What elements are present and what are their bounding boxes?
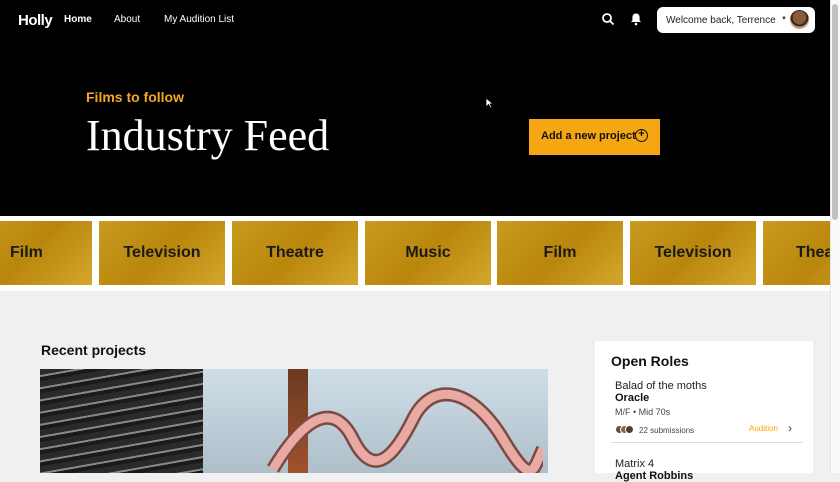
mouse-cursor-icon xyxy=(485,97,494,109)
category-label: Film xyxy=(543,244,577,261)
nav-link-my-audition-list[interactable]: My Audition List xyxy=(164,14,234,25)
avatar xyxy=(790,10,809,29)
project-image-piano[interactable] xyxy=(40,369,203,473)
role-meta: M/F • Mid 70s xyxy=(615,407,671,417)
category-tile-film[interactable]: Film xyxy=(497,221,623,285)
holly-logo[interactable]: Holly xyxy=(18,12,53,29)
top-navbar: Holly Home About My Audition List Welcom… xyxy=(0,0,830,40)
category-tile-film[interactable]: Film xyxy=(0,221,92,285)
category-label: Music xyxy=(405,244,451,261)
plus-circle-icon: + xyxy=(635,129,648,142)
search-icon[interactable] xyxy=(601,12,615,26)
scrollbar-thumb[interactable] xyxy=(832,4,838,220)
submitter-avatars xyxy=(615,425,635,434)
caret-down-icon: ▼ xyxy=(781,16,787,22)
hero-banner: Films to follow Industry Feed Add a new … xyxy=(0,40,830,216)
chevron-right-icon[interactable]: › xyxy=(788,421,792,435)
open-roles-heading: Open Roles xyxy=(611,353,689,369)
divider xyxy=(611,442,803,443)
category-tile-music[interactable]: Music xyxy=(365,221,491,285)
neon-script-graphic xyxy=(266,387,543,473)
add-project-label: Add a new project xyxy=(541,130,636,142)
recent-projects-heading: Recent projects xyxy=(41,342,147,358)
role-name: Oracle xyxy=(615,392,650,404)
category-label: Television xyxy=(123,244,201,261)
category-label: Thea xyxy=(796,244,830,261)
category-label: Theatre xyxy=(266,244,324,261)
nav-link-home[interactable]: Home xyxy=(64,14,92,25)
submissions-count: 22 submissions xyxy=(639,426,695,435)
welcome-text: Welcome back, Terrence xyxy=(666,15,776,26)
role-project-name[interactable]: Matrix 4 xyxy=(615,458,654,470)
open-roles-panel: Open Roles Balad of the moths Oracle M/F… xyxy=(595,341,813,482)
bell-icon[interactable] xyxy=(629,12,643,26)
category-label: Television xyxy=(654,244,732,261)
category-tile-television[interactable]: Television xyxy=(630,221,756,285)
nav-link-about[interactable]: About xyxy=(114,14,140,25)
user-menu-button[interactable]: Welcome back, Terrence ▼ xyxy=(657,7,815,33)
add-project-button[interactable]: Add a new project + xyxy=(529,119,660,155)
role-project-name[interactable]: Balad of the moths xyxy=(615,380,707,392)
category-carousel: Film Television Theatre Music Film Telev… xyxy=(0,216,830,291)
hero-subtitle: Films to follow xyxy=(86,89,184,105)
category-tile-theatre[interactable]: Theatre xyxy=(232,221,358,285)
project-image-neon-sign[interactable] xyxy=(203,369,548,473)
category-label: Film xyxy=(10,244,43,261)
category-tile-television[interactable]: Television xyxy=(99,221,225,285)
page-title: Industry Feed xyxy=(86,111,330,160)
audition-link[interactable]: Audition xyxy=(749,424,778,433)
category-tile-theatre[interactable]: Thea xyxy=(763,221,830,285)
role-name: Agent Robbins xyxy=(615,470,694,482)
